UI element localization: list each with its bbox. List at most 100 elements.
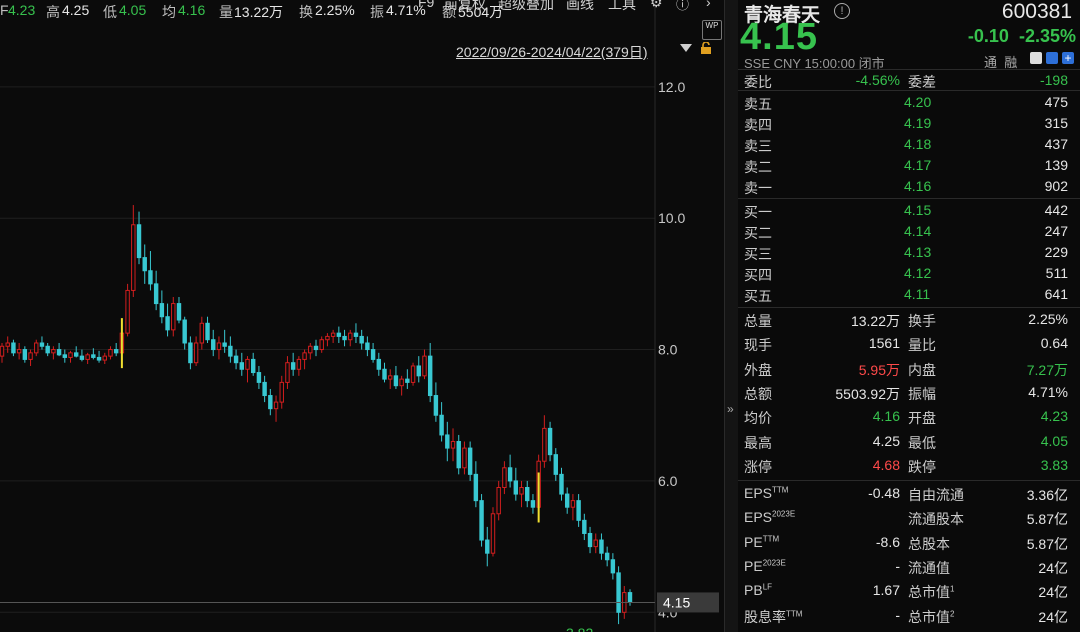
stat-value: 4.25 xyxy=(872,432,900,449)
fund-label: 流通值 xyxy=(908,559,950,576)
candle-body xyxy=(342,335,347,341)
gear-icon[interactable]: ⚙ xyxy=(650,0,663,11)
edit-icon[interactable] xyxy=(1030,52,1042,64)
candle-body xyxy=(410,365,416,383)
candle-body xyxy=(153,283,159,305)
candle-body xyxy=(399,378,404,387)
turnover-label: 换 xyxy=(299,4,313,20)
date-range[interactable]: 2022/09/26-2024/04/22(379日) xyxy=(456,42,647,62)
candle-body xyxy=(330,332,336,337)
ask-row: 卖五 4.20 475 xyxy=(738,93,1080,113)
stat-value: 5.95万 xyxy=(858,361,900,378)
stat-label: 涨停 xyxy=(744,458,772,475)
candle-body xyxy=(51,349,56,354)
stat-row: 总额 5503.92万 振幅 4.71% xyxy=(738,383,1080,403)
candle-body xyxy=(519,486,524,495)
avg-value: 4.16 xyxy=(178,2,206,18)
fund-label: PETTM xyxy=(744,533,780,550)
divider xyxy=(738,90,1080,91)
candle-body xyxy=(96,356,102,361)
candle-body xyxy=(188,342,193,364)
stat-value: 4.23 xyxy=(1040,408,1068,425)
candle-body xyxy=(62,354,68,358)
candle-body xyxy=(405,378,410,383)
panel-collapse-bar[interactable]: » xyxy=(724,0,739,632)
bid-label: 买一 xyxy=(744,204,772,220)
fundamental-row: EPS2023E 流通股本 5.87亿 xyxy=(738,508,1080,528)
candle-body xyxy=(108,349,113,357)
info-icon[interactable]: ! xyxy=(834,3,850,19)
menu-tools[interactable]: 工具 xyxy=(608,0,636,14)
candle-body xyxy=(16,349,22,354)
candle-body xyxy=(222,342,227,347)
last-price-label: 4.15 xyxy=(663,594,690,610)
candle-body xyxy=(547,427,553,456)
candle-body xyxy=(176,303,182,321)
stat-value: 1561 xyxy=(868,335,900,352)
fund-value: 24亿 xyxy=(1038,608,1068,625)
candle-body xyxy=(359,335,364,344)
candle-body xyxy=(136,224,142,259)
change-value: -0.10 xyxy=(967,26,1009,46)
menu-adjust[interactable]: 前复权 xyxy=(444,0,486,14)
fund-label: 流通股本 xyxy=(908,511,964,528)
divider xyxy=(738,480,1080,481)
candle-body xyxy=(302,352,307,360)
chevron-right-icon[interactable]: › xyxy=(706,0,711,10)
divider xyxy=(738,198,1080,199)
ask-price: 4.17 xyxy=(904,157,932,173)
candle-body xyxy=(245,358,250,370)
candle-body xyxy=(262,381,267,397)
bid-price: 4.15 xyxy=(904,202,932,218)
help-icon[interactable]: ⓘ xyxy=(676,0,689,13)
fund-value: 3.36亿 xyxy=(1026,487,1068,503)
y-tick-label: 10.0 xyxy=(658,210,685,226)
change-percent: -2.35% xyxy=(1018,26,1076,46)
candle-body xyxy=(376,358,382,370)
stat-value: 4.16 xyxy=(872,408,900,425)
menu-f9[interactable]: F9 xyxy=(418,0,434,10)
add-icon[interactable]: + xyxy=(1062,52,1074,64)
ask-price: 4.20 xyxy=(904,94,932,110)
candle-body xyxy=(182,319,187,344)
candle-body xyxy=(502,467,507,488)
high-label: 高 xyxy=(46,4,60,20)
stat-label: 现手 xyxy=(744,337,772,354)
ask-label: 卖五 xyxy=(744,96,772,112)
range-dropdown-icon[interactable] xyxy=(680,44,692,52)
stat-value: 7.27万 xyxy=(1026,361,1068,378)
avg-label: 均 xyxy=(162,4,176,20)
candle-body xyxy=(388,375,393,380)
candle-body xyxy=(290,362,296,370)
wp-icon[interactable]: WP xyxy=(702,20,722,40)
candle-body xyxy=(268,395,273,410)
candle-body xyxy=(348,332,353,341)
candle-body xyxy=(34,342,39,354)
candle-body xyxy=(250,358,256,374)
turnover-value: 2.25% xyxy=(315,2,355,18)
fund-value: - xyxy=(895,606,900,623)
fund-value: 5.87亿 xyxy=(1026,535,1068,552)
kline-chart[interactable]: 12.010.08.06.04.04.153.82 xyxy=(0,0,724,632)
divider xyxy=(738,69,1080,70)
candle-body xyxy=(74,352,79,357)
note-icon[interactable] xyxy=(1046,52,1058,64)
stock-code: 600381 xyxy=(1001,0,1072,23)
fund-label: EPS2023E xyxy=(744,509,796,526)
stat-value: 13.22万 xyxy=(850,313,900,329)
kline-chart-area[interactable]: 12.010.08.06.04.04.153.82 F 4.23 高 4.25 … xyxy=(0,0,724,632)
candle-body xyxy=(102,355,107,361)
candle-body xyxy=(5,342,10,347)
menu-overlay[interactable]: 超级叠加 xyxy=(498,0,554,14)
fundamental-row: PETTM -8.6 总股本 5.87亿 xyxy=(738,533,1080,553)
double-chevron-right-icon[interactable]: » xyxy=(727,402,734,416)
lock-icon[interactable] xyxy=(700,42,712,54)
order-ratio-row: 委比 -4.56% 委差 -198 xyxy=(738,71,1080,91)
stat-label: 开盘 xyxy=(908,410,936,427)
candle-body xyxy=(142,257,147,272)
ask-volume: 315 xyxy=(1044,115,1068,131)
menu-draw[interactable]: 画线 xyxy=(566,0,594,14)
fund-label: PE2023E xyxy=(744,557,786,574)
candle-body xyxy=(22,349,28,360)
ask-row: 卖四 4.19 315 xyxy=(738,114,1080,134)
